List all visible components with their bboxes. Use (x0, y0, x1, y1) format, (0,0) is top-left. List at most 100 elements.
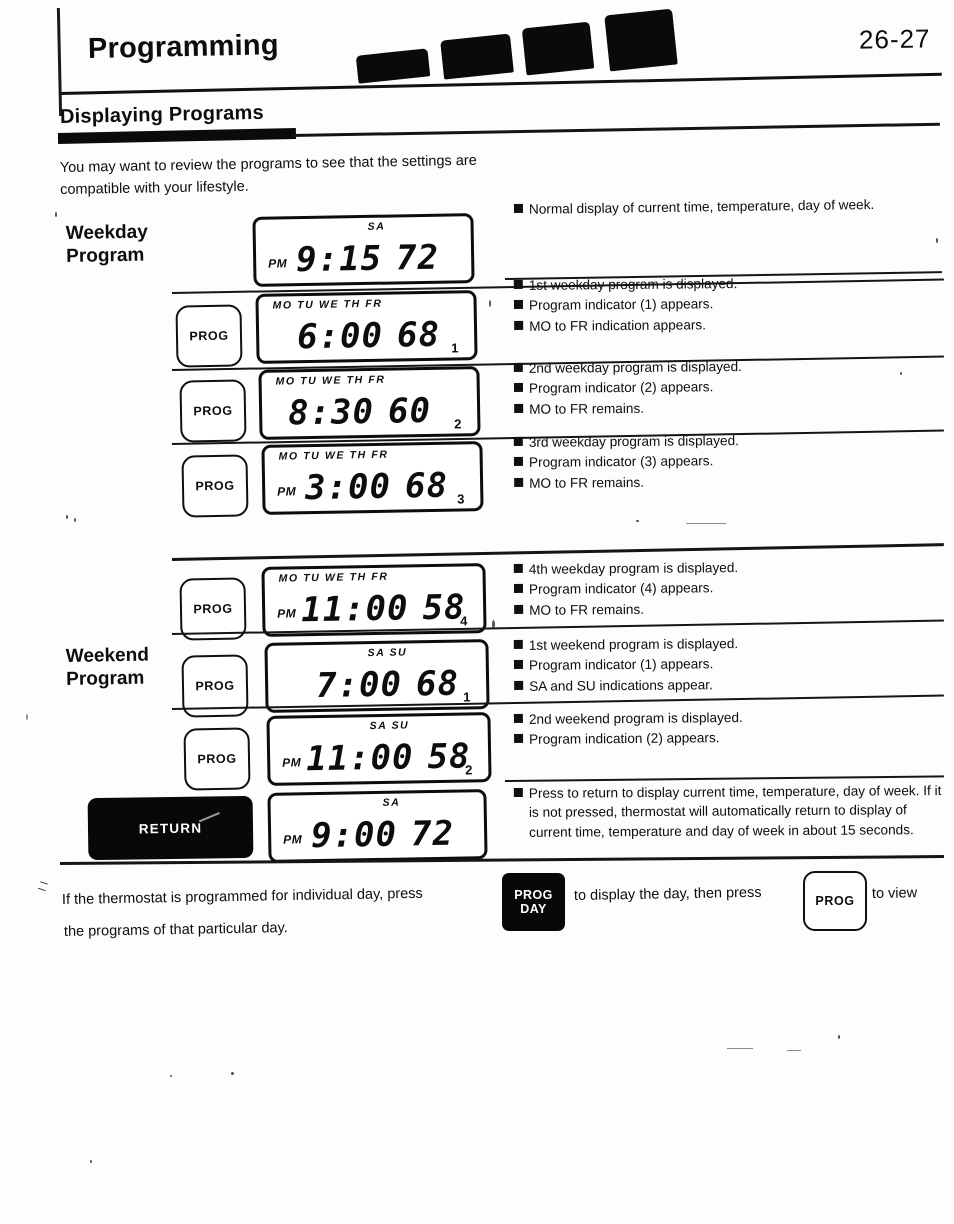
lcd-day-indicator: SA SU (369, 719, 410, 733)
bullet-list-row-1: Normal display of current time, temperat… (513, 194, 934, 220)
lcd-time: 11:00 (305, 737, 414, 780)
scan-speckle (66, 515, 68, 519)
bullet-text: MO to FR remains. (529, 601, 645, 618)
bullet-item: 1st weekend program is displayed. (513, 632, 934, 655)
bullet-square-icon (513, 362, 523, 373)
lcd-display-row-8: SA PM 9:00 72 (267, 789, 488, 863)
scan-speckle (90, 1160, 92, 1163)
lcd-time: 9:00 (310, 814, 398, 857)
lcd-day-indicator: SA SU (367, 646, 408, 660)
prog-button-row-2[interactable]: PROG (175, 304, 243, 368)
bullet-item: Normal display of current time, temperat… (513, 194, 934, 219)
lcd-ampm: PM (277, 606, 297, 621)
prog-button-row-4[interactable]: PROG (181, 454, 249, 518)
bullet-item: MO to FR remains. (514, 597, 934, 620)
bullet-item: Program indicator (1) appears. (513, 293, 934, 316)
bullet-text: Press to return to display current time,… (528, 783, 942, 840)
lcd-ampm: PM (268, 256, 288, 271)
bullet-text: Normal display of current time, temperat… (528, 196, 875, 217)
lcd-temp: 68 (404, 465, 449, 507)
bullet-item: MO to FR remains. (514, 470, 934, 493)
lcd-display-row-7: SA SU PM 11:00 58 2 (266, 712, 492, 786)
bullet-square-icon (513, 713, 523, 724)
chapter-tab-3 (521, 21, 595, 76)
prog-button-row-7[interactable]: PROG (183, 727, 251, 791)
lcd-time: 6:00 (296, 315, 384, 358)
scan-speckle (55, 212, 57, 217)
return-button[interactable]: RETURN (87, 795, 254, 861)
lcd-temp: 68 (396, 314, 441, 356)
scan-speckle (936, 238, 938, 243)
bullet-square-icon (514, 734, 524, 744)
footer-text-part4: the programs of that particular day. (63, 920, 288, 940)
section-heading: Displaying Programs (59, 101, 265, 128)
bullet-square-icon (513, 436, 523, 447)
lcd-readout: 11:00 58 (305, 736, 471, 780)
bullet-text: 1st weekday program is displayed. (528, 276, 738, 293)
bullet-text: 2nd weekday program is displayed. (528, 359, 742, 376)
bullet-square-icon (513, 300, 524, 310)
lcd-display-row-5: MO TU WE TH FR PM 11:00 58 4 (261, 563, 487, 637)
bullet-list-row-6: 1st weekend program is displayed. Progra… (513, 632, 935, 697)
scan-speckle (636, 520, 639, 522)
bullet-list-row-7: 2nd weekend program is displayed. Progra… (513, 706, 934, 750)
scan-speckle (686, 523, 726, 524)
prog-day-label-line2: DAY (520, 902, 547, 916)
bullet-item: MO to FR indication appears. (514, 313, 934, 336)
bullet-text: 4th weekday program is displayed. (528, 560, 739, 577)
bullet-item: 3rd weekday program is displayed. (513, 429, 934, 452)
bullet-item: 1st weekday program is displayed. (513, 272, 934, 295)
bullet-text: Program indication (2) appears. (529, 730, 720, 748)
page-title: Programming (87, 29, 280, 65)
prog-button-inline[interactable]: PROG (803, 871, 867, 931)
lcd-program-number: 2 (465, 762, 473, 778)
lcd-program-number: 2 (454, 416, 462, 432)
bullet-list-row-3: 2nd weekday program is displayed. Progra… (513, 355, 935, 420)
lcd-ampm: PM (283, 832, 303, 847)
lcd-program-number: 4 (460, 613, 468, 629)
lcd-program-number: 1 (451, 340, 459, 356)
bullet-square-icon (513, 383, 524, 393)
bullet-text: MO to FR remains. (529, 400, 645, 417)
chapter-tab-4 (604, 8, 678, 72)
footer-text-part3: to view (871, 885, 918, 902)
prog-day-button[interactable]: PROG DAY (502, 873, 565, 931)
lcd-readout: 7:00 68 (316, 663, 460, 705)
bullet-item: Program indicator (1) appears. (513, 653, 934, 676)
lcd-temp: 72 (410, 813, 455, 855)
lcd-display-row-4: MO TU WE TH FR PM 3:00 68 3 (261, 441, 484, 515)
header-rule (59, 72, 942, 95)
lcd-display-row-3: MO TU WE TH FR 8:30 60 2 (258, 366, 481, 440)
bullet-text: Program indicator (1) appears. (528, 656, 714, 674)
bullet-item: Program indicator (2) appears. (513, 376, 934, 399)
bullet-item: 4th weekday program is displayed. (513, 556, 934, 579)
lcd-day-indicator: MO TU WE TH FR (278, 448, 389, 463)
bullet-item: MO to FR remains. (514, 396, 934, 419)
section-heading-rule (291, 122, 940, 137)
lcd-readout: 3:00 68 (305, 465, 449, 508)
bullet-list-row-8: Press to return to display current time,… (513, 781, 944, 843)
lcd-day-indicator: MO TU WE TH FR (278, 570, 389, 585)
bullet-square-icon (514, 320, 524, 330)
lcd-day-indicator: MO TU WE TH FR (272, 297, 383, 312)
lcd-display-row-1: SA PM 9:15 72 (252, 213, 475, 287)
bullet-list-row-2: 1st weekday program is displayed. Progra… (513, 272, 935, 337)
bullet-text: Program indicator (1) appears. (528, 296, 714, 314)
lcd-time: 9:15 (295, 238, 383, 281)
bullet-item: 2nd weekday program is displayed. (513, 355, 934, 378)
bullet-text: MO to FR indication appears. (529, 316, 707, 334)
lcd-ampm: PM (277, 484, 297, 499)
bullet-text: Program indicator (4) appears. (528, 580, 714, 598)
prog-button-row-3[interactable]: PROG (179, 379, 247, 443)
scan-speckle (74, 518, 76, 522)
bullet-text: SA and SU indications appear. (529, 676, 713, 694)
bullet-list-row-5: 4th weekday program is displayed. Progra… (513, 556, 935, 621)
bullet-text: 3rd weekday program is displayed. (528, 433, 739, 450)
lcd-readout: 11:00 58 (300, 587, 466, 631)
bullet-square-icon (513, 787, 523, 798)
scan-speckle (231, 1072, 234, 1075)
bullet-square-icon (514, 477, 524, 487)
scan-speckle (787, 1050, 801, 1051)
lcd-temp: 72 (395, 237, 440, 279)
lcd-time: 11:00 (300, 588, 409, 631)
